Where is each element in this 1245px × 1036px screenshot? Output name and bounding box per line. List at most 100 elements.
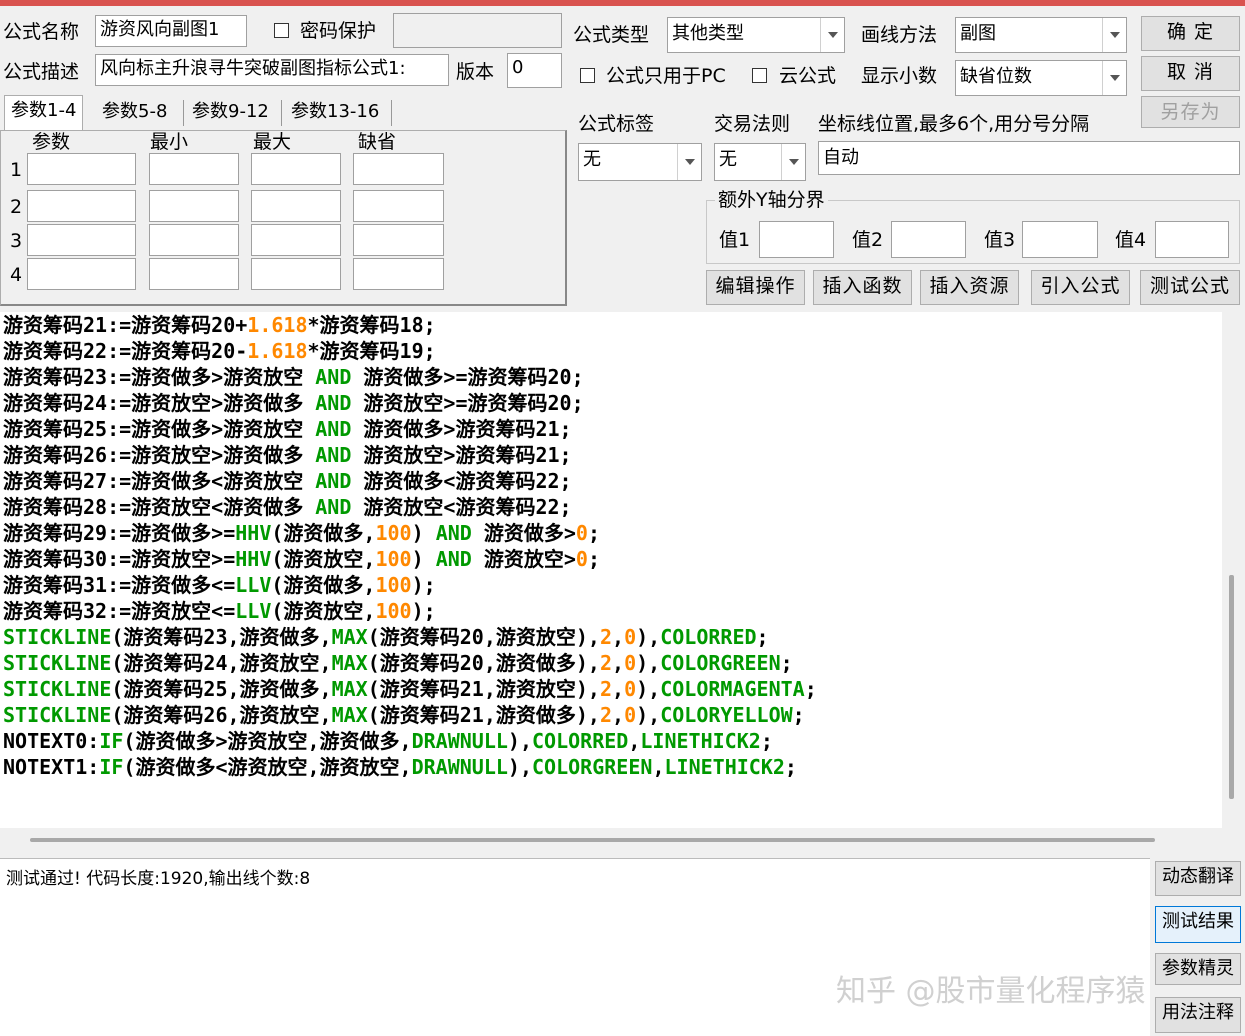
code-token: (游资筹码25,游资做多, (111, 677, 332, 701)
param-wizard-button[interactable]: 参数精灵 (1155, 953, 1241, 985)
pc-only-checkbox[interactable] (580, 68, 595, 83)
code-token: (游资筹码20,游资做多), (367, 651, 600, 675)
code-token: ) (411, 521, 436, 545)
code-token: MAX (331, 677, 368, 701)
param-4-name[interactable] (27, 258, 136, 290)
test-result-button[interactable]: 测试结果 (1155, 906, 1241, 943)
cancel-button[interactable]: 取 消 (1141, 56, 1240, 91)
param-2-min[interactable] (149, 190, 239, 222)
insert-resource-button[interactable]: 插入资源 (920, 270, 1019, 305)
param-2-default[interactable] (353, 190, 444, 222)
code-line: 游资筹码32:=游资放空<=LLV(游资放空,100); (0, 598, 1222, 624)
tab-params-1-4[interactable]: 参数1-4 (4, 95, 84, 131)
formula-tag-select[interactable]: 无 (578, 143, 702, 181)
chevron-down-icon[interactable] (677, 144, 701, 180)
param-2-name[interactable] (27, 190, 136, 222)
dynamic-translate-button[interactable]: 动态翻译 (1155, 861, 1241, 896)
param-3-name[interactable] (27, 224, 136, 256)
test-formula-button[interactable]: 测试公式 (1140, 270, 1240, 305)
code-token: AND (315, 417, 352, 441)
code-token: (游资放空, (271, 547, 376, 571)
code-token: , (652, 755, 665, 779)
code-token: 2 (599, 677, 613, 701)
formula-type-select[interactable]: 其他类型 (667, 17, 845, 53)
import-formula-button[interactable]: 引入公式 (1031, 270, 1130, 305)
axis-position-input[interactable]: 自动 (818, 141, 1240, 175)
formula-name-label: 公式名称 (3, 21, 80, 43)
extra-y-axis-label: 额外Y轴分界 (715, 188, 828, 212)
code-token: 游资做多>=游资筹码20; (351, 365, 584, 389)
password-input[interactable] (393, 13, 562, 48)
code-token: 游资放空>=游资筹码20; (351, 391, 584, 415)
version-input[interactable]: 0 (507, 53, 562, 88)
chevron-down-icon[interactable] (781, 144, 805, 180)
ok-button[interactable]: 确 定 (1141, 16, 1240, 51)
code-token: 100 (375, 521, 412, 545)
y-value-1-input[interactable] (759, 221, 834, 258)
tab-params-9-12[interactable]: 参数9-12 (186, 97, 275, 129)
param-2-max[interactable] (251, 190, 341, 222)
chevron-down-icon[interactable] (1102, 18, 1126, 52)
code-token: 100 (375, 547, 412, 571)
code-token: (游资做多>游资放空,游资做多, (123, 729, 412, 753)
password-label: 密码保护 (300, 20, 377, 42)
code-token: 2 (599, 703, 613, 727)
code-token: COLORYELLOW (660, 703, 793, 727)
usage-notes-button[interactable]: 用法注释 (1155, 997, 1241, 1033)
param-4-default[interactable] (353, 258, 444, 290)
axis-position-label: 坐标线位置,最多6个,用分号分隔 (818, 113, 1090, 135)
code-token: , (612, 677, 625, 701)
trade-rule-value: 无 (719, 149, 737, 170)
formula-name-input[interactable]: 游资风向副图1 (95, 15, 247, 47)
y-value-2-input[interactable] (891, 221, 966, 258)
chevron-down-icon[interactable] (1102, 61, 1126, 95)
param-3-min[interactable] (149, 224, 239, 256)
version-label: 版本 (456, 61, 495, 83)
trade-rule-select[interactable]: 无 (714, 143, 806, 181)
tab-divider (183, 100, 184, 126)
cloud-checkbox[interactable] (752, 68, 767, 83)
param-3-max[interactable] (251, 224, 341, 256)
param-3-default[interactable] (353, 224, 444, 256)
param-header-default: 缺省 (358, 131, 397, 153)
horizontal-scrollbar-thumb[interactable] (30, 838, 1155, 842)
insert-function-button[interactable]: 插入函数 (813, 270, 912, 305)
formula-desc-input[interactable]: 风向标主升浪寻牛突破副图指标公式1: (95, 54, 449, 86)
tab-params-5-8[interactable]: 参数5-8 (96, 97, 173, 129)
code-line: 游资筹码27:=游资做多<游资放空 AND 游资做多<游资筹码22; (0, 468, 1222, 494)
draw-method-select[interactable]: 副图 (955, 17, 1127, 53)
code-line: STICKLINE(游资筹码25,游资做多,MAX(游资筹码21,游资放空),2… (0, 676, 1222, 702)
code-token: COLORRED (660, 625, 757, 649)
param-header-min: 最小 (150, 131, 189, 153)
param-4-min[interactable] (149, 258, 239, 290)
param-1-min[interactable] (149, 153, 239, 185)
password-checkbox[interactable] (274, 23, 289, 38)
param-1-max[interactable] (251, 153, 341, 185)
code-line: 游资筹码31:=游资做多<=LLV(游资做多,100); (0, 572, 1222, 598)
tab-divider (281, 100, 282, 126)
param-1-name[interactable] (27, 153, 136, 185)
y-value-3-input[interactable] (1022, 221, 1098, 258)
code-token: 游资做多<游资筹码22; (351, 469, 572, 493)
code-token: ), (636, 677, 661, 701)
code-token: (游资做多, (271, 521, 376, 545)
save-as-button[interactable]: 另存为 (1141, 96, 1240, 128)
y-value-4-input[interactable] (1155, 221, 1229, 258)
code-editor[interactable]: 游资筹码21:=游资筹码20+1.618*游资筹码18; 游资筹码22:=游资筹码… (0, 312, 1222, 828)
code-token: STICKLINE (3, 703, 112, 727)
code-token: 游资筹码21:=游资筹码20+ (3, 313, 248, 337)
chevron-down-icon[interactable] (820, 18, 844, 52)
code-token: COLORMAGENTA (660, 677, 805, 701)
code-token: 100 (375, 599, 412, 623)
tab-params-13-16[interactable]: 参数13-16 (285, 97, 385, 129)
cloud-label: 云公式 (779, 65, 837, 87)
code-token: MAX (331, 703, 368, 727)
vertical-scrollbar-thumb[interactable] (1229, 575, 1234, 799)
param-1-default[interactable] (353, 153, 444, 185)
edit-operation-button[interactable]: 编辑操作 (706, 270, 805, 305)
code-token: (游资放空, (271, 599, 376, 623)
code-token: 游资筹码26:=游资放空>游资做多 (3, 443, 316, 467)
decimals-select[interactable]: 缺省位数 (955, 60, 1127, 96)
code-token: 游资放空>游资筹码21; (351, 443, 572, 467)
param-4-max[interactable] (251, 258, 341, 290)
